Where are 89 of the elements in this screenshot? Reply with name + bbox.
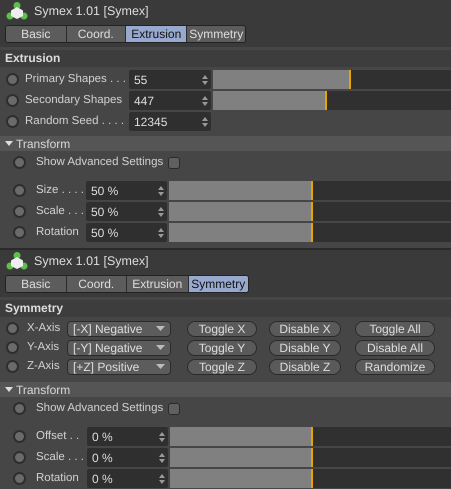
field-label: Offset . . (36, 428, 80, 444)
number-field[interactable]: 50 % (86, 181, 167, 200)
radio-button[interactable] (13, 205, 26, 218)
number-field[interactable]: 12345 (129, 112, 211, 131)
group-title: Transform (16, 136, 70, 152)
spinner-icon (159, 432, 165, 442)
number-field[interactable]: 447 (129, 91, 211, 110)
group-title: Transform (16, 382, 70, 398)
tab[interactable]: Basic (6, 276, 66, 292)
spinner-icon (202, 96, 208, 106)
field-label: Primary Shapes . . . (25, 72, 127, 87)
spinner-icon (158, 186, 164, 196)
number-field[interactable]: 0 % (87, 448, 168, 467)
radio-button[interactable] (13, 184, 26, 197)
section-header: Symmetry (0, 300, 451, 317)
radio-button[interactable] (6, 341, 19, 354)
button[interactable]: Disable Y (269, 340, 341, 356)
number-field[interactable]: 0 % (87, 469, 168, 488)
checkbox[interactable] (168, 156, 180, 168)
logo-icon (6, 2, 28, 20)
tab[interactable]: Symmetry (187, 26, 245, 42)
field-label: Z-Axis (27, 358, 61, 374)
dropdown[interactable]: [+Z] Positive (67, 358, 171, 374)
button[interactable]: Disable Z (269, 358, 341, 374)
field-label: Random Seed . . . . (25, 114, 126, 129)
button[interactable]: Toggle Z (187, 358, 257, 374)
slider[interactable] (170, 448, 451, 467)
radio-button[interactable] (13, 156, 26, 169)
radio-button[interactable] (6, 94, 19, 107)
tab[interactable]: Coord. (66, 26, 126, 42)
spinner-icon (159, 474, 165, 484)
group-header[interactable]: Transform (0, 382, 451, 397)
slider[interactable] (170, 469, 451, 488)
spinner-icon (158, 228, 164, 238)
button[interactable]: Toggle X (187, 320, 257, 336)
field-label: Secondary Shapes (25, 92, 124, 108)
field-label: Rotation (36, 470, 80, 486)
spinner-icon (202, 74, 208, 84)
window-title: Symex 1.01 [Symex] (34, 252, 149, 270)
radio-button[interactable] (13, 402, 26, 415)
tab[interactable]: Coord. (66, 276, 127, 292)
field-label: X-Axis (27, 320, 62, 336)
button[interactable]: Disable All (355, 340, 435, 356)
field-label: Scale . . . (36, 450, 85, 465)
number-field[interactable]: 0 % (87, 427, 168, 446)
slider[interactable] (213, 91, 451, 110)
number-field[interactable]: 50 % (86, 223, 167, 242)
spinner-icon (158, 206, 164, 216)
tab[interactable]: Extrusion (127, 276, 188, 292)
radio-button[interactable] (6, 115, 19, 128)
number-field[interactable]: 55 (129, 70, 211, 89)
tab[interactable]: Symmetry (188, 276, 248, 292)
section-header: Extrusion (0, 50, 451, 67)
number-field[interactable]: 50 % (86, 202, 167, 221)
field-label: Size . . . . (36, 182, 85, 198)
logo-icon (6, 252, 28, 270)
dropdown[interactable]: [-Y] Negative (67, 340, 171, 356)
button[interactable]: Toggle All (355, 320, 435, 336)
dropdown[interactable]: [-X] Negative (67, 320, 171, 336)
field-label: Y-Axis (27, 340, 60, 355)
caret-icon (156, 364, 165, 369)
window-title: Symex 1.01 [Symex] (34, 2, 149, 20)
caret-icon (156, 345, 165, 350)
slider[interactable] (169, 181, 451, 200)
slider[interactable] (169, 223, 451, 242)
radio-button[interactable] (13, 472, 26, 485)
radio-button[interactable] (13, 226, 26, 239)
spinner-icon (159, 452, 165, 462)
radio-button[interactable] (13, 430, 26, 443)
button[interactable]: Disable X (269, 320, 341, 336)
checkbox-label: Show Advanced Settings (36, 400, 164, 416)
slider[interactable] (213, 70, 451, 89)
button[interactable]: Randomize (355, 358, 435, 374)
radio-button[interactable] (13, 451, 26, 464)
field-label: Rotation (36, 224, 80, 240)
checkbox[interactable] (168, 402, 180, 414)
field-label: Scale . . . (36, 204, 85, 219)
tab[interactable]: Basic (6, 26, 66, 42)
radio-button[interactable] (6, 360, 19, 373)
caret-icon (156, 326, 165, 331)
group-header[interactable]: Transform (0, 136, 451, 151)
tab[interactable]: Extrusion (126, 26, 188, 42)
button[interactable]: Toggle Y (187, 340, 257, 356)
checkbox-label: Show Advanced Settings (36, 154, 164, 170)
radio-button[interactable] (6, 322, 19, 335)
radio-button[interactable] (6, 73, 19, 86)
slider[interactable] (169, 202, 451, 221)
spinner-icon (202, 116, 208, 126)
slider[interactable] (170, 427, 451, 446)
